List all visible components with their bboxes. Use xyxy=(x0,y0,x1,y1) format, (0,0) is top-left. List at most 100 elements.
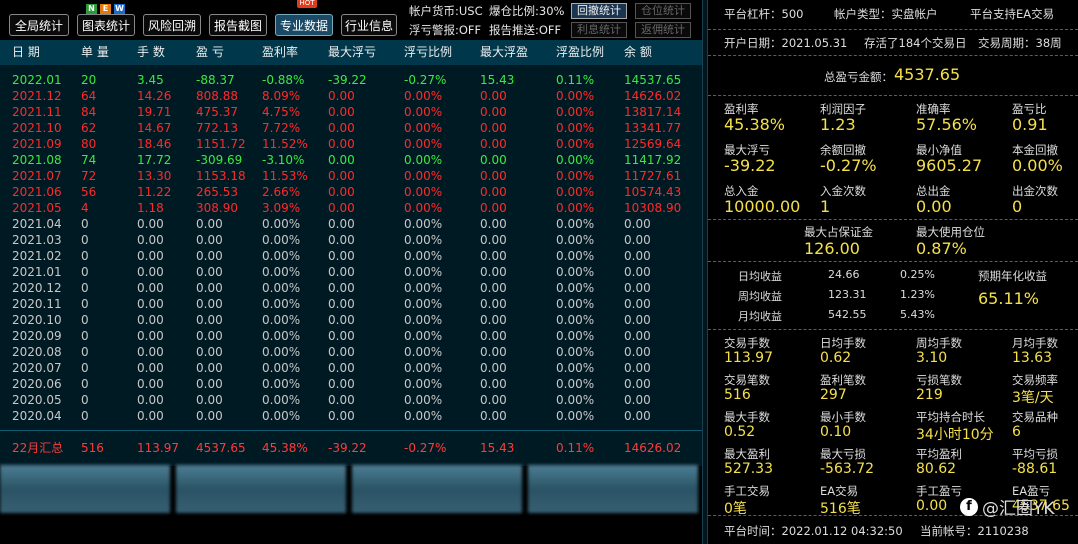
pro-data-button[interactable]: 专业数据 xyxy=(275,14,333,36)
table-cell: 0.00% xyxy=(262,249,301,263)
table-cell: 0.00 xyxy=(480,169,507,183)
table-cell: 0.00 xyxy=(328,361,355,375)
table-cell: 0.00 xyxy=(196,313,223,327)
stat-value: 0.91 xyxy=(1012,115,1048,134)
table-cell: 0.00 xyxy=(196,409,223,423)
table-cell: 0.00 xyxy=(196,249,223,263)
table-cell: 0.00 xyxy=(480,313,507,327)
stat-label: 周均手数 xyxy=(916,336,962,350)
table-cell: 12569.64 xyxy=(624,137,682,151)
table-row: 2020.12 0 0.00 0.00 0.00% 0.00 0.00% 0.00 0.00% 0… xyxy=(0,280,702,296)
report-screenshot-button[interactable]: 报告截图 xyxy=(209,14,267,36)
table-cell: 0.00 xyxy=(137,361,164,375)
table-cell: 14.67 xyxy=(137,121,172,135)
account-info-row: 平台杠杆：500 帐户类型：实盘帐户 平台支持EA交易 xyxy=(708,0,1078,30)
table-cell: 0 xyxy=(81,329,89,343)
table-cell: 2021.11 xyxy=(12,105,62,119)
table-cell: 0.00 xyxy=(624,265,651,279)
table-cell: 2020.11 xyxy=(12,297,62,311)
table-row: 2021.11 84 19.71 475.37 4.75% 0.00 0.00% 0.00 0.… xyxy=(0,104,702,120)
table-row: 2021.12 64 14.26 808.88 8.09% 0.00 0.00% 0.00 0.… xyxy=(0,88,702,104)
table-row: 2021.07 72 13.30 1153.18 11.53% 0.00 0.00% 0.00… xyxy=(0,168,702,184)
global-stats-button[interactable]: 全局统计 xyxy=(9,14,69,36)
table-cell: 0 xyxy=(81,281,89,295)
column-header: 盈利率 xyxy=(262,45,299,59)
table-cell: 2021.04 xyxy=(12,217,62,231)
industry-info-button[interactable]: 行业信息 xyxy=(341,14,397,36)
column-header: 手 数 xyxy=(137,45,165,59)
table-cell: 0.00 xyxy=(328,409,355,423)
table-cell: 62 xyxy=(81,121,97,135)
table-cell: 0.00 xyxy=(480,297,507,311)
position-stats-toggle[interactable]: 仓位统计 xyxy=(635,3,691,19)
table-cell: 0.00 xyxy=(624,361,651,375)
table-row: 2020.10 0 0.00 0.00 0.00% 0.00 0.00% 0.00 0.00% 0… xyxy=(0,312,702,328)
table-cell: 14626.02 xyxy=(624,89,682,103)
monthly-return-pct: 5.43% xyxy=(900,308,935,321)
table-cell: 0.00% xyxy=(556,153,595,167)
toolbar: 全局统计 图表统计 风险回溯 报告截图 专业数据 行业信息 N E W HOT … xyxy=(0,0,702,40)
table-cell: 0.00% xyxy=(262,281,301,295)
table-cell: 8.09% xyxy=(262,89,301,103)
table-cell: 0.00 xyxy=(328,329,355,343)
table-cell: 0.00 xyxy=(328,217,355,231)
table-cell: 0.00 xyxy=(137,281,164,295)
chart-stats-button[interactable]: 图表统计 xyxy=(77,14,135,36)
table-cell: 0.00% xyxy=(404,393,443,407)
table-cell: 0.00 xyxy=(137,217,164,231)
days-active: 存活了184个交易日 xyxy=(864,36,967,50)
rebate-stats-toggle[interactable]: 返佣统计 xyxy=(635,22,691,38)
table-row: 2022.01 20 3.45 -88.37 -0.88% -39.22 -0.27% 15.… xyxy=(0,72,702,88)
table-cell: 0.00% xyxy=(556,121,595,135)
max-margin-label: 最大占保证金 xyxy=(804,225,873,239)
table-cell: 475.37 xyxy=(196,105,238,119)
table-row: 2021.05 4 1.18 308.90 3.09% 0.00 0.00% 0.00 0.00… xyxy=(0,200,702,216)
stat-value: 516笔 xyxy=(820,501,861,517)
table-cell: -0.88% xyxy=(262,73,305,87)
table-cell: 0.00 xyxy=(196,377,223,391)
table-cell: 0.00 xyxy=(328,265,355,279)
table-cell: 0.00 xyxy=(624,313,651,327)
blurred-thumbnail xyxy=(0,465,170,513)
stat-label: 最小手数 xyxy=(820,410,866,424)
table-cell: 2020.05 xyxy=(12,393,62,407)
float-warning: 浮亏警报:OFF xyxy=(409,23,482,37)
stat-value: 6 xyxy=(1012,424,1021,440)
table-cell: 0.00% xyxy=(262,361,301,375)
table-cell: 0.00% xyxy=(404,169,443,183)
table-cell: 0.00% xyxy=(404,233,443,247)
column-header: 最大浮盈 xyxy=(480,45,529,59)
table-cell: 0.00% xyxy=(404,345,443,359)
table-cell: 0 xyxy=(81,361,89,375)
table-cell: 0.11% xyxy=(556,73,595,87)
table-cell: 0.00 xyxy=(480,217,507,231)
annual-return-value: 65.11% xyxy=(978,289,1040,308)
table-cell: 4 xyxy=(81,201,89,215)
open-date: 开户日期：2021.05.31 xyxy=(724,36,848,50)
table-cell: 0.00 xyxy=(196,233,223,247)
risk-backtrack-button[interactable]: 风险回溯 xyxy=(143,14,201,36)
table-cell: 308.90 xyxy=(196,201,238,215)
table-cell: 0.00 xyxy=(480,233,507,247)
table-cell: 0.00 xyxy=(137,345,164,359)
daily-return-amount: 24.66 xyxy=(828,268,860,281)
table-cell: 0.00 xyxy=(624,345,651,359)
interest-stats-toggle[interactable]: 利息统计 xyxy=(571,22,627,38)
table-cell: 0 xyxy=(81,345,89,359)
table-cell: 0.00% xyxy=(556,329,595,343)
table-cell: 0.00% xyxy=(556,233,595,247)
max-margin-value: 126.00 xyxy=(804,239,860,258)
table-cell: 0.00% xyxy=(262,233,301,247)
table-cell: 0 xyxy=(81,313,89,327)
stat-label: 交易品种 xyxy=(1012,410,1058,424)
table-cell: 84 xyxy=(81,105,97,119)
summary-cell: 14626.02 xyxy=(624,441,682,455)
summary-cell: -0.27% xyxy=(404,441,447,455)
table-cell: -39.22 xyxy=(328,73,367,87)
table-row: 2021.02 0 0.00 0.00 0.00% 0.00 0.00% 0.00 0.00% 0… xyxy=(0,248,702,264)
table-row: 2020.06 0 0.00 0.00 0.00% 0.00 0.00% 0.00 0.00% 0… xyxy=(0,376,702,392)
drawdown-stats-toggle[interactable]: 回撤统计 xyxy=(571,3,627,19)
table-cell: 0.00% xyxy=(404,313,443,327)
table-cell: 0.00 xyxy=(137,249,164,263)
table-cell: 265.53 xyxy=(196,185,238,199)
